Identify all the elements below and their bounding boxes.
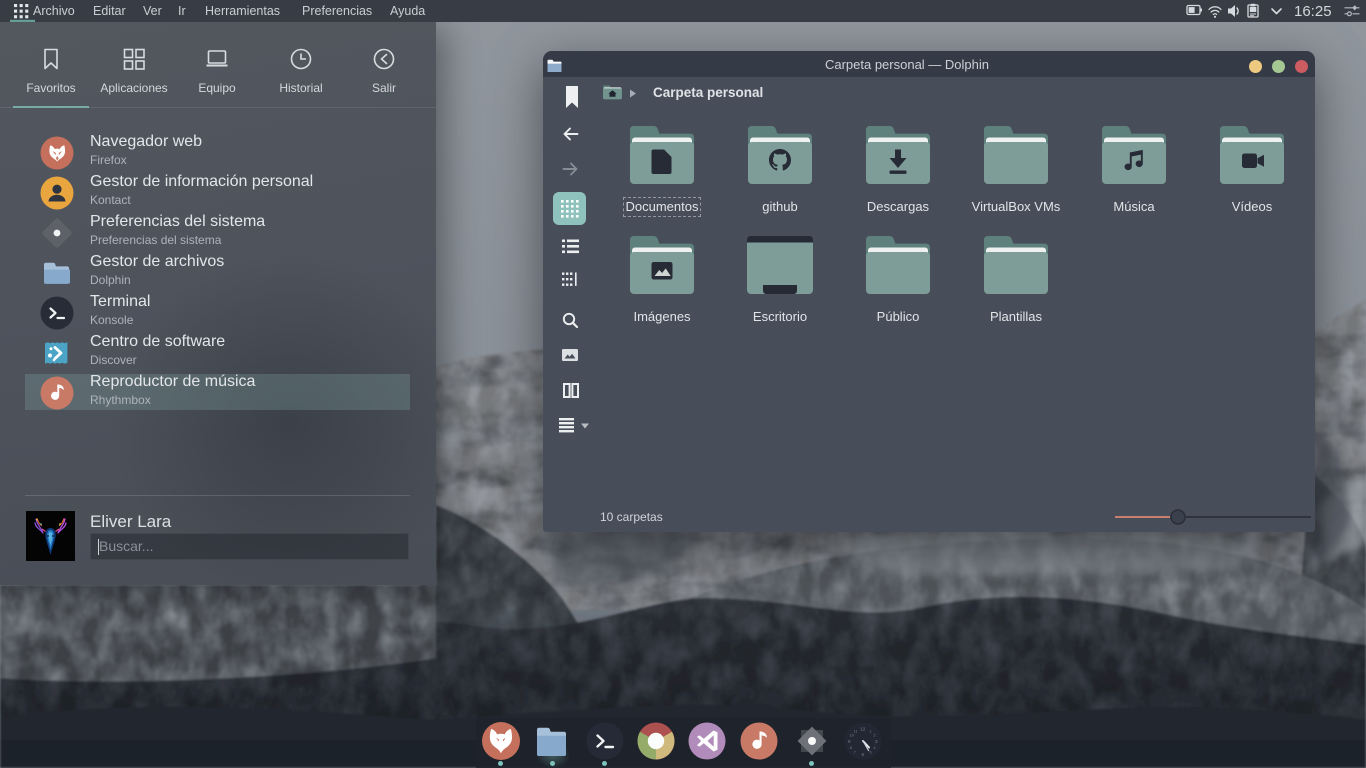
- svg-text:2: 2: [874, 734, 876, 738]
- svg-text:12: 12: [860, 726, 866, 731]
- svg-text:10: 10: [850, 734, 854, 738]
- svg-text:6: 6: [862, 752, 865, 757]
- svg-text:3: 3: [875, 739, 878, 744]
- svg-text:5: 5: [870, 751, 872, 755]
- svg-text:8: 8: [850, 746, 852, 750]
- svg-text:4: 4: [874, 746, 876, 750]
- svg-text:11: 11: [854, 730, 858, 734]
- svg-text:9: 9: [848, 739, 851, 744]
- svg-text:1: 1: [870, 730, 872, 734]
- svg-text:7: 7: [854, 751, 856, 755]
